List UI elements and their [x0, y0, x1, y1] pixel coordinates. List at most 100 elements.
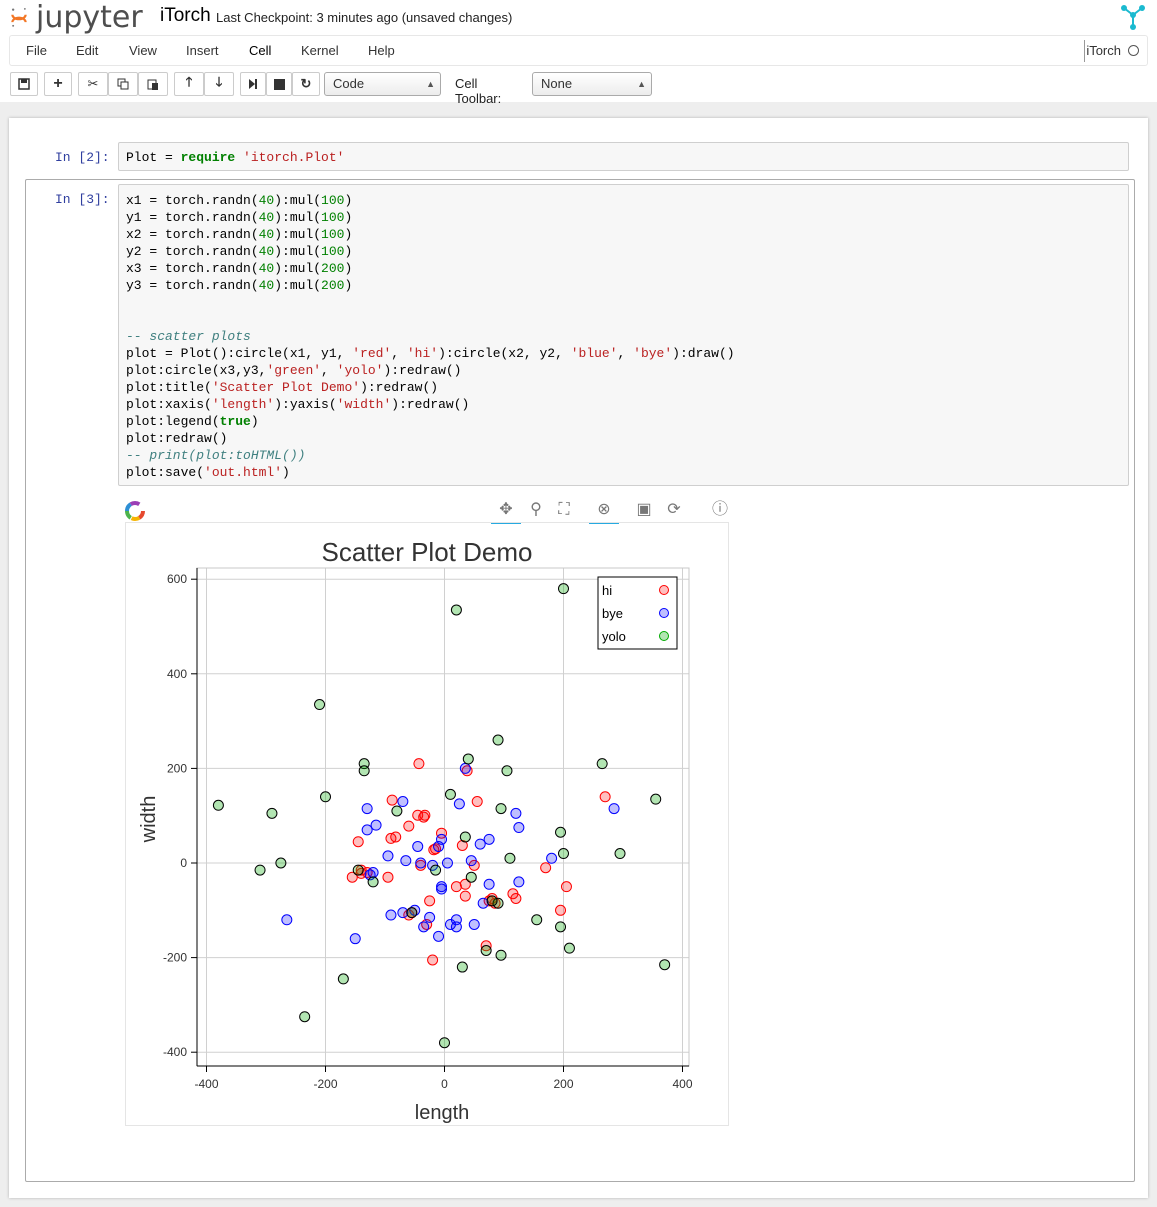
code-comment: -- scatter plots: [126, 329, 251, 344]
refresh-icon: ↻: [300, 76, 312, 91]
menu-file[interactable]: File: [26, 43, 47, 58]
interrupt-button[interactable]: [266, 72, 292, 96]
point-yolo: [555, 921, 567, 933]
menu-cell[interactable]: Cell: [249, 43, 271, 58]
save-tool[interactable]: ▣: [629, 498, 659, 522]
wheel-zoom-tool[interactable]: ⚲: [521, 498, 551, 522]
point-hi: [510, 892, 522, 904]
menu-kernel[interactable]: Kernel: [301, 43, 339, 58]
legend-label: yolo: [602, 629, 626, 644]
point-hi: [427, 954, 439, 966]
wheel-zoom-icon: ⚲: [530, 501, 542, 518]
move-down-button[interactable]: 🡓: [204, 72, 234, 96]
menubar: File Edit View Insert Cell Kernel Help i…: [9, 35, 1148, 66]
cell-toolbar-label: Cell Toolbar:: [455, 76, 502, 106]
kernel-name: iTorch: [1086, 43, 1121, 58]
restart-button[interactable]: ↻: [292, 72, 320, 96]
save-button[interactable]: [10, 72, 38, 96]
x-tick-label: -200: [313, 1077, 337, 1091]
code-line: x2 = torch.randn(40):mul(100): [126, 227, 353, 242]
cell-toolbar-value: None: [541, 76, 573, 91]
menu-edit[interactable]: Edit: [76, 43, 98, 58]
legend-label: bye: [602, 606, 623, 621]
point-bye: [465, 855, 477, 867]
point-bye: [433, 930, 445, 942]
move-up-button[interactable]: 🡑: [174, 72, 204, 96]
point-hi: [403, 820, 415, 832]
point-bye: [361, 824, 373, 836]
point-hi: [352, 836, 364, 848]
resize-icon: ⊗: [597, 501, 611, 518]
point-yolo: [456, 961, 468, 973]
stop-icon: [273, 78, 285, 90]
menu-help[interactable]: Help: [368, 43, 395, 58]
resize-tool[interactable]: ⊗: [589, 498, 619, 524]
x-tick-label: -400: [194, 1077, 218, 1091]
point-yolo: [659, 959, 671, 971]
scatter-chart[interactable]: Scatter Plot Demo -400 -200 0 200 400 -400 -20…: [126, 523, 728, 1125]
run-button[interactable]: [240, 72, 266, 96]
reset-tool[interactable]: ⟳: [659, 498, 689, 522]
copy-icon: [117, 78, 129, 90]
point-hi: [540, 862, 552, 874]
logo-text: jupyter: [36, 0, 143, 35]
arrow-down-icon: 🡓: [215, 74, 223, 89]
code-line: y3 = torch.randn(40):mul(200): [126, 278, 353, 293]
paste-button[interactable]: [138, 72, 168, 96]
legend-marker: [659, 631, 669, 641]
cell-type-select[interactable]: Code ▲: [324, 72, 441, 96]
header: jupyter iTorch Last Checkpoint: 3 minute…: [0, 0, 1157, 106]
jupyter-logo-icon: [11, 8, 27, 27]
point-yolo: [504, 852, 516, 864]
itorch-logo-icon: [1121, 5, 1145, 30]
point-bye: [385, 909, 397, 921]
step-forward-icon: [249, 79, 257, 89]
point-bye: [608, 803, 620, 815]
code-line: plot:legend(true): [126, 414, 259, 429]
insert-cell-button[interactable]: +: [44, 72, 72, 96]
point-yolo: [367, 876, 379, 888]
point-hi: [382, 871, 394, 883]
point-hi: [418, 811, 430, 823]
box-zoom-icon: ⛶: [558, 501, 570, 518]
point-bye: [281, 914, 293, 926]
code-comment: -- print(plot:toHTML()): [126, 448, 306, 463]
code-line: y1 = torch.randn(40):mul(100): [126, 210, 353, 225]
point-yolo: [596, 758, 608, 770]
legend-marker: [659, 608, 669, 618]
point-bye: [474, 838, 486, 850]
point-yolo: [439, 1037, 450, 1049]
point-bye: [349, 933, 361, 945]
point-hi: [560, 881, 572, 893]
point-yolo: [212, 799, 224, 811]
point-yolo: [558, 848, 569, 860]
point-yolo: [337, 973, 349, 985]
select-arrows-icon: ▲: [637, 79, 646, 89]
box-zoom-tool[interactable]: ⛶: [549, 498, 579, 522]
cut-button[interactable]: ✂: [78, 72, 108, 96]
pan-tool[interactable]: ✥: [491, 498, 521, 524]
plot-container: Scatter Plot Demo -400 -200 0 200 400 -400 -20…: [125, 522, 729, 1126]
legend-label: hi: [602, 583, 612, 598]
menu-view[interactable]: View: [129, 43, 157, 58]
code-cell-input[interactable]: x1 = torch.randn(40):mul(100) y1 = torch…: [118, 184, 1129, 486]
point-hi: [390, 831, 402, 843]
y-tick-label: -400: [163, 1045, 187, 1059]
input-prompt: In [2]:: [55, 150, 110, 165]
notebook-title[interactable]: iTorch: [160, 5, 211, 27]
jupyter-logo[interactable]: jupyter: [8, 0, 143, 35]
cell-type-value: Code: [333, 76, 365, 91]
legend-marker: [659, 585, 669, 595]
point-yolo: [486, 895, 498, 907]
point-yolo: [531, 914, 543, 926]
point-bye: [382, 850, 394, 862]
menu-insert[interactable]: Insert: [186, 43, 219, 58]
help-tool[interactable]: ⓘ: [705, 498, 735, 522]
point-bye: [468, 918, 480, 930]
cell-toolbar-select[interactable]: None ▲: [532, 72, 652, 96]
point-yolo: [501, 765, 513, 777]
point-yolo: [495, 949, 507, 961]
code-cell-input[interactable]: Plot = require 'itorch.Plot': [118, 142, 1129, 171]
x-tick-label: 400: [672, 1077, 692, 1091]
copy-button[interactable]: [108, 72, 138, 96]
